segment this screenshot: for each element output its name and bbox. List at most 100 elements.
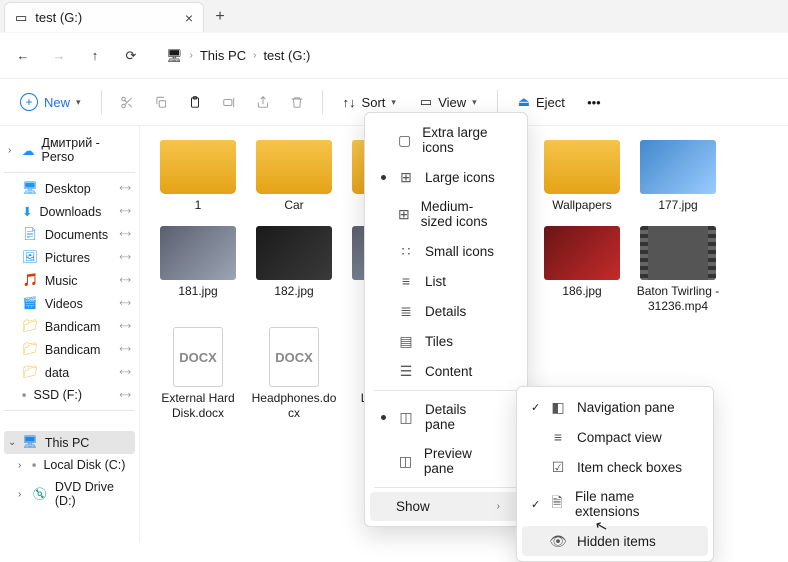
menu-item-small-icons[interactable]: ∷︎Small icons [370,236,522,266]
dvd-icon: 💿︎ [32,487,48,502]
breadcrumb[interactable]: 🖥︎ › This PC › test (G:) [166,48,310,64]
tab-title: test (G:) [35,10,82,25]
show-submenu: ✓◧︎Navigation pane≡︎Compact view☑︎Item c… [516,386,714,562]
menu-item-extra-large-icons[interactable]: ▢︎Extra large icons [370,118,522,162]
new-tab-button[interactable]: + [204,2,236,32]
menu-item-hidden-items[interactable]: 👁︎Hidden items [522,526,708,556]
sidebar-item-bandicam[interactable]: 📁︎Bandicam⤢︎ [4,338,135,361]
menu-item-tiles[interactable]: ▤︎Tiles [370,326,522,356]
sidebar-item-music[interactable]: 🎵︎Music⤢︎ [4,269,135,292]
menu-item-file-name-extensions[interactable]: ✓🗎︎File name extensions [522,482,708,526]
video-icon: 🎬︎ [22,296,38,311]
crumb-drive[interactable]: test (G:) [263,48,310,63]
desktop-icon: 🖥︎ [22,181,38,196]
grid-icon: ⊞︎ [398,169,414,185]
file-item[interactable]: Car [250,140,338,212]
menu-item-medium-sized-icons[interactable]: ⊞︎Medium-sized icons [370,192,522,236]
chevron-right-icon[interactable]: › [18,460,21,471]
file-name: 186.jpg [562,284,601,298]
chevron-right-icon[interactable]: › [18,489,21,500]
folder-icon [160,140,236,194]
pin-icon: ⤢︎ [117,319,132,334]
back-button[interactable]: ← [12,45,34,67]
file-name: 1 [195,198,202,212]
menu-item-large-icons[interactable]: ⊞︎Large icons [370,162,522,192]
refresh-button[interactable]: ⟳ [120,45,142,67]
menu-item-show[interactable]: Show › [370,492,522,521]
file-item[interactable]: 186.jpg [538,226,626,313]
sidebar-item-bandicam[interactable]: 📁︎Bandicam⤢︎ [4,315,135,338]
share-button[interactable] [248,87,278,117]
nav-icon: ◧︎ [550,399,566,415]
file-item[interactable]: 1 [154,140,242,212]
address-bar: ← → ↑ ⟳ 🖥︎ › This PC › test (G:) [0,32,788,78]
menu-item-details[interactable]: ≣︎Details [370,296,522,326]
file-item[interactable]: DOCXHeadphones.docx [250,327,338,420]
file-item[interactable]: 182.jpg [250,226,338,313]
forward-button[interactable]: → [48,45,70,67]
file-name: External Hard Disk.docx [154,391,242,420]
drive-icon: ▭ [15,10,27,26]
grid-lg-icon: ▢︎ [398,132,411,148]
menu-item-preview-pane[interactable]: ◫︎Preview pane [370,439,522,483]
sidebar-item-data[interactable]: 📁︎data⤢︎ [4,361,135,384]
chevron-right-icon[interactable]: › [8,145,11,156]
file-item[interactable]: Wallpapers [538,140,626,212]
pane-r2-icon: ◫︎ [398,453,413,469]
sidebar-quick-user[interactable]: › ☁︎ Дмитрий - Perso [4,132,135,168]
menu-item-content[interactable]: ☰︎Content [370,356,522,386]
sidebar-dvd-drive[interactable]: › 💿︎ DVD Drive (D:) [4,476,135,512]
menu-item-item-check-boxes[interactable]: ☑︎Item check boxes [522,452,708,482]
bullet-icon [381,175,386,180]
menu-item-navigation-pane[interactable]: ✓◧︎Navigation pane [522,392,708,422]
sidebar: › ☁︎ Дмитрий - Perso 🖥︎Desktop⤢︎⬇︎Downlo… [0,126,140,543]
delete-button[interactable] [282,87,312,117]
sidebar-item-videos[interactable]: 🎬︎Videos⤢︎ [4,292,135,315]
folder-icon: 📁︎ [22,342,38,357]
grid-sm-icon: ∷︎ [398,243,414,259]
sidebar-item-pictures[interactable]: 🖼︎Pictures⤢︎ [4,246,135,269]
details-icon: ≣︎ [398,303,414,319]
file-name: Wallpapers [552,198,612,212]
file-item[interactable]: 177.jpg [634,140,722,212]
docx-icon: DOCX [269,327,319,387]
sidebar-item-ssd-f-[interactable]: ▪︎SSD (F:)⤢︎ [4,384,135,406]
chevron-right-icon: › [253,50,256,61]
up-button[interactable]: ↑ [84,45,106,67]
chevron-down-icon[interactable]: ⌄ [8,437,16,448]
drive-icon: ▪︎ [32,458,36,472]
folder-icon [544,140,620,194]
cut-button[interactable] [112,87,142,117]
window-tab[interactable]: ▭ test (G:) × [4,2,204,32]
more-button[interactable]: ••• [579,87,609,117]
file-item[interactable]: 181.jpg [154,226,242,313]
copy-button[interactable] [146,87,176,117]
drive-icon: ▪︎ [22,388,26,402]
checkbox-icon: ☑︎ [550,459,566,475]
pin-icon: ⤢︎ [117,387,132,402]
pic-icon: 🖼︎ [22,250,38,265]
sidebar-this-pc[interactable]: ⌄ 🖥︎ This PC [4,431,135,454]
menu-item-compact-view[interactable]: ≡︎Compact view [522,422,708,452]
file-item[interactable]: Baton Twirling - 31236.mp4 [634,226,722,313]
file-item[interactable]: DOCX External Hard Disk.docx [154,327,242,420]
close-tab-icon[interactable]: × [185,10,193,26]
new-button[interactable]: +New▾ [10,87,91,117]
menu-item-details-pane[interactable]: ◫︎Details pane [370,395,522,439]
list-icon: ≡︎ [398,273,414,289]
sidebar-item-desktop[interactable]: 🖥︎Desktop⤢︎ [4,177,135,200]
sidebar-item-documents[interactable]: 📄︎Documents⤢︎ [4,223,135,246]
pin-icon: ⤢︎ [117,227,132,242]
crumb-this-pc[interactable]: This PC [200,48,246,63]
docx-icon: DOCX [173,327,223,387]
menu-item-list[interactable]: ≡︎List [370,266,522,296]
sidebar-item-downloads[interactable]: ⬇︎Downloads⤢︎ [4,200,135,223]
pin-icon: ⤢︎ [117,296,132,311]
ext-icon: 🗎︎ [550,496,564,512]
paste-button[interactable] [180,87,210,117]
video-thumbnail [640,226,716,280]
content-icon: ☰︎ [398,363,414,379]
check-icon: ✓ [531,401,540,414]
sidebar-local-disk[interactable]: › ▪︎ Local Disk (C:) [4,454,135,476]
rename-button[interactable] [214,87,244,117]
